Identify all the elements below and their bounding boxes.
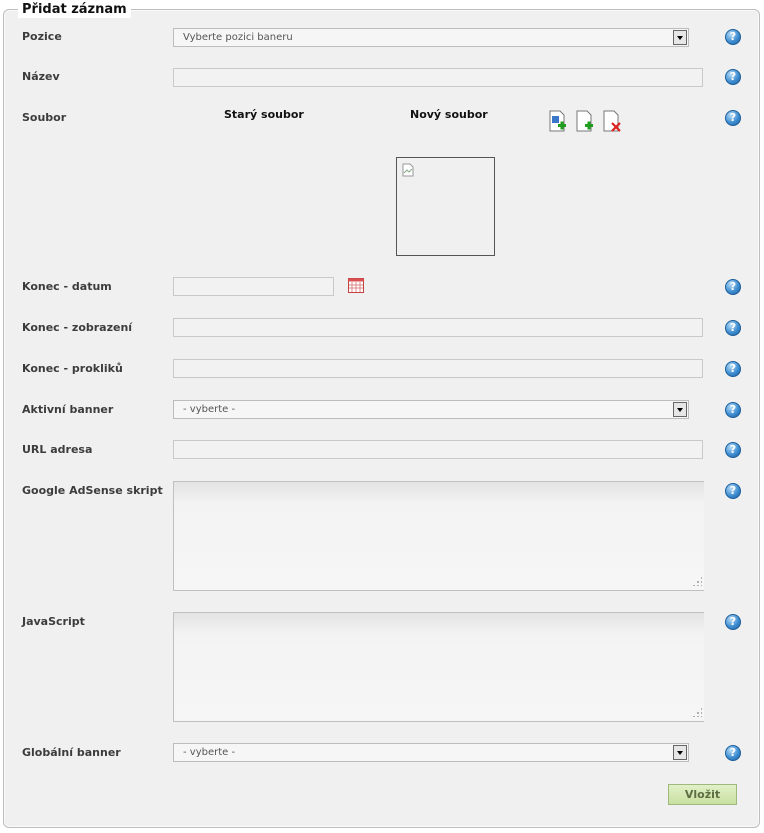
adsense-textarea[interactable] (173, 481, 704, 591)
calendar-icon[interactable] (348, 278, 364, 293)
new-file-header: Nový soubor (410, 108, 488, 121)
help-icon[interactable]: ? (725, 361, 741, 377)
url-adresa-input[interactable] (173, 440, 703, 459)
chevron-down-icon[interactable] (673, 30, 687, 45)
konec-datum-label: Konec - datum (22, 280, 112, 293)
pozice-select-value: Vyberte pozici baneru (183, 32, 293, 43)
help-icon[interactable]: ? (725, 29, 741, 45)
help-icon[interactable]: ? (725, 614, 741, 630)
aktivni-banner-select[interactable]: - vyberte - (173, 400, 689, 419)
soubor-label: Soubor (22, 111, 67, 124)
image-preview (396, 157, 495, 256)
konec-zobrazeni-input[interactable] (173, 318, 703, 337)
help-icon[interactable]: ? (725, 320, 741, 336)
adsense-label: Google AdSense skript (22, 484, 163, 497)
chevron-down-icon[interactable] (673, 745, 687, 760)
konec-zobrazeni-label: Konec - zobrazení (22, 321, 133, 334)
aktivni-banner-label: Aktivní banner (22, 403, 114, 416)
submit-button[interactable]: Vložit (668, 784, 737, 805)
globalni-banner-select[interactable]: - vyberte - (173, 743, 689, 762)
pozice-select[interactable]: Vyberte pozici baneru (173, 28, 689, 47)
nazev-label: Název (22, 70, 60, 83)
help-icon[interactable]: ? (725, 279, 741, 295)
konec-prokliku-label: Konec - prokliků (22, 362, 123, 375)
old-file-header: Starý soubor (224, 108, 304, 121)
globalni-banner-select-value: - vyberte - (183, 747, 236, 758)
aktivni-banner-select-value: - vyberte - (183, 404, 236, 415)
delete-file-icon[interactable] (603, 110, 621, 134)
url-adresa-label: URL adresa (22, 443, 93, 456)
chevron-down-icon[interactable] (673, 402, 687, 417)
form-title: Přidat záznam (18, 2, 131, 18)
help-icon[interactable]: ? (725, 442, 741, 458)
javascript-label: JavaScript (22, 615, 85, 628)
pozice-label: Pozice (22, 30, 62, 43)
help-icon[interactable]: ? (725, 69, 741, 85)
resize-handle-icon[interactable] (692, 707, 702, 717)
konec-prokliku-input[interactable] (173, 359, 703, 378)
add-image-file-icon[interactable] (549, 110, 567, 134)
help-icon[interactable]: ? (725, 483, 741, 499)
javascript-textarea[interactable] (173, 612, 704, 722)
help-icon[interactable]: ? (725, 110, 741, 126)
konec-datum-input[interactable] (173, 277, 334, 296)
nazev-input[interactable] (173, 68, 703, 87)
add-file-icon[interactable] (576, 110, 594, 134)
broken-image-icon (402, 163, 414, 177)
help-icon[interactable]: ? (725, 402, 741, 418)
help-icon[interactable]: ? (725, 745, 741, 761)
resize-handle-icon[interactable] (692, 576, 702, 586)
globalni-banner-label: Globální banner (22, 746, 121, 759)
